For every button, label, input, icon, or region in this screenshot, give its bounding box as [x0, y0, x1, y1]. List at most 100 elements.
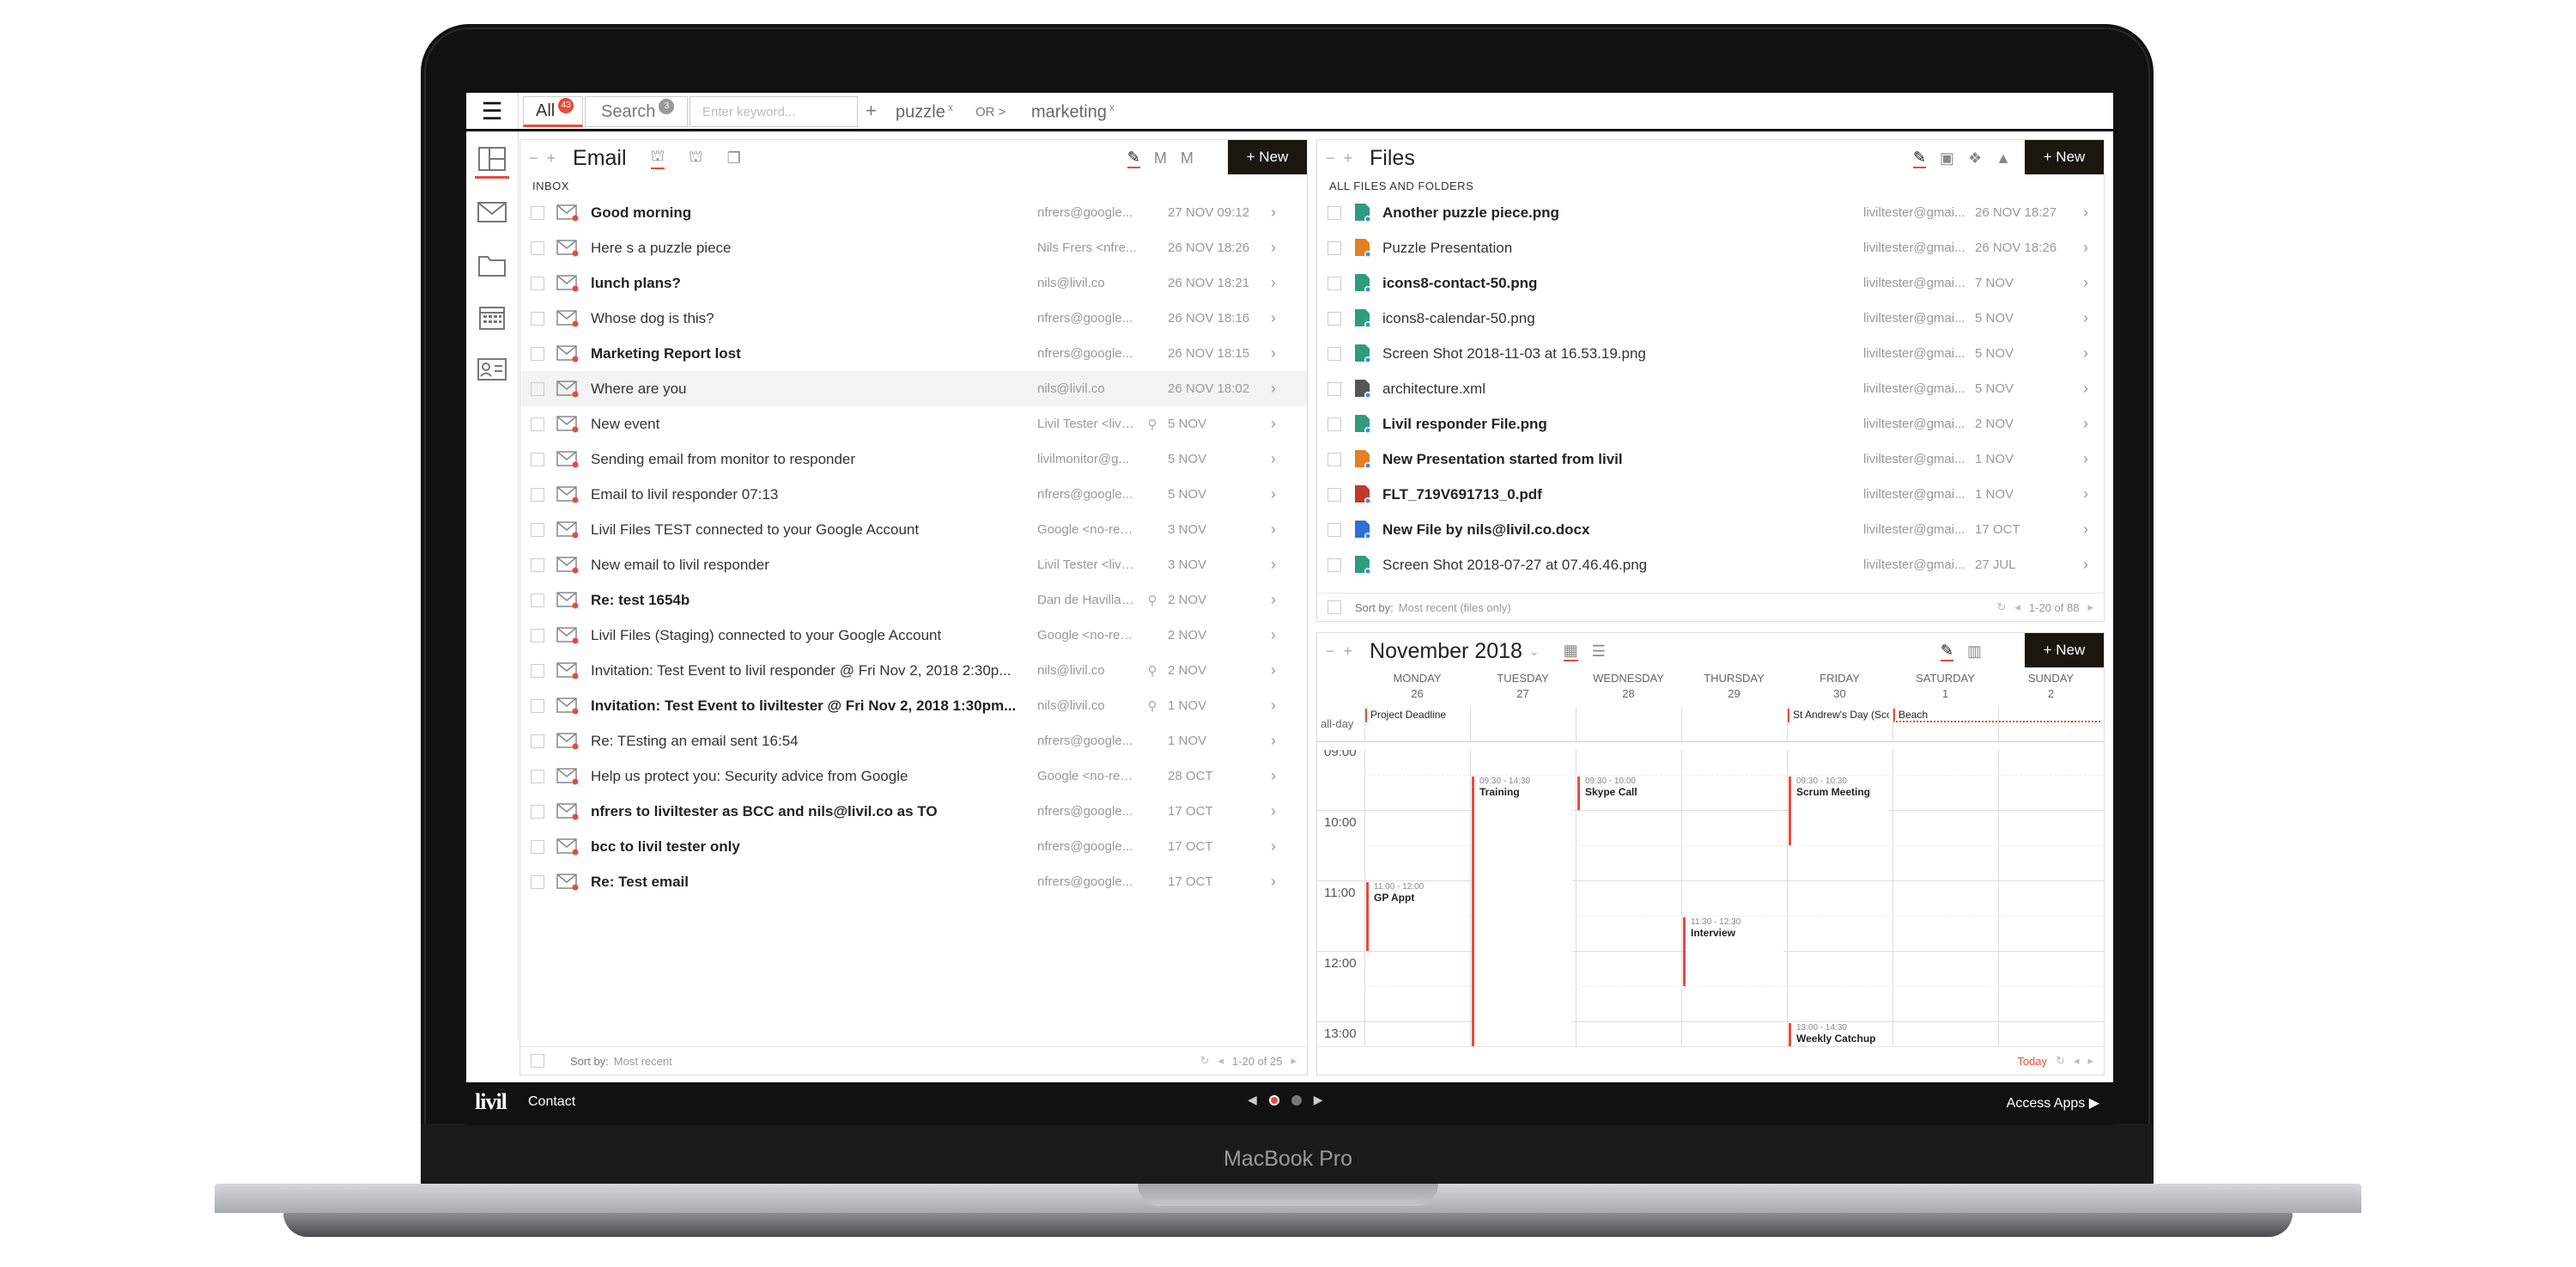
tag-remove-icon[interactable]: x [948, 101, 953, 113]
row-checkbox[interactable] [1327, 487, 1341, 502]
day-header[interactable]: TUESDAY 27 [1470, 671, 1576, 702]
expand-button[interactable]: + [547, 149, 556, 168]
day-header[interactable]: WEDNESDAY 28 [1576, 671, 1681, 702]
email-row[interactable]: lunch plans? nils@livil.co 26 NOV 18:21 › [520, 265, 1307, 301]
edit-icon[interactable]: ✎ [1127, 149, 1140, 168]
next-week-icon[interactable]: ▸ [2087, 1054, 2093, 1068]
file-row[interactable]: New Presentation started from livil livil… [1317, 442, 2104, 477]
chevron-right-icon[interactable]: › [1271, 344, 1288, 362]
tag-remove-icon[interactable]: x [1109, 101, 1115, 113]
collapse-button[interactable]: − [1326, 643, 1335, 661]
chevron-right-icon[interactable]: › [1271, 873, 1288, 891]
archive-icon[interactable]: ⛫ [689, 148, 703, 168]
livil-logo[interactable]: livil [475, 1089, 507, 1115]
chevron-right-icon[interactable]: › [1271, 204, 1288, 222]
row-checkbox[interactable] [531, 557, 544, 572]
dashboard-icon[interactable] [475, 142, 509, 179]
prev-week-icon[interactable]: ◂ [2074, 1054, 2080, 1068]
email-row[interactable]: New email to livil responder Livil Tester… [520, 547, 1307, 582]
file-row[interactable]: Puzzle Presentation liviltester@gmai... 26… [1317, 230, 2104, 265]
row-checkbox[interactable] [531, 769, 544, 783]
prev-screen-icon[interactable]: ◀ [1248, 1093, 1257, 1107]
row-checkbox[interactable] [1327, 381, 1341, 396]
row-checkbox[interactable] [1327, 452, 1341, 466]
chevron-right-icon[interactable]: › [1271, 838, 1288, 856]
chevron-right-icon[interactable]: › [1271, 415, 1288, 433]
email-row[interactable]: nfrers to liviltester as BCC and nils@li… [520, 794, 1307, 829]
row-checkbox[interactable] [531, 311, 544, 326]
day-header[interactable]: FRIDAY 30 [1787, 671, 1893, 702]
row-checkbox[interactable] [531, 205, 544, 220]
keyword-input[interactable] [690, 96, 858, 127]
file-row[interactable]: Livil responder File.png liviltester@gmai… [1317, 406, 2104, 442]
hamburger-icon[interactable]: ☰ [466, 93, 519, 129]
file-row[interactable]: Another puzzle piece.png liviltester@gmai… [1317, 195, 2104, 230]
contact-link[interactable]: Contact [528, 1094, 575, 1110]
row-checkbox[interactable] [531, 593, 544, 607]
chevron-right-icon[interactable]: › [1271, 626, 1288, 644]
email-row[interactable]: Livil Files TEST connected to your Googl… [520, 512, 1307, 547]
row-checkbox[interactable] [531, 452, 544, 466]
row-checkbox[interactable] [531, 628, 544, 643]
refresh-icon[interactable]: ↻ [2056, 1054, 2065, 1068]
collapse-button[interactable]: − [1326, 149, 1335, 168]
chevron-right-icon[interactable]: › [1271, 767, 1288, 785]
new-email-button[interactable]: + New [1228, 140, 1307, 174]
refresh-icon[interactable]: ↻ [1200, 1054, 1209, 1068]
refresh-icon[interactable]: ↻ [1996, 600, 2006, 614]
row-checkbox[interactable] [1327, 205, 1341, 220]
calendar-event[interactable]: 09:30 - 14:30 Training [1472, 777, 1572, 1047]
chevron-right-icon[interactable]: › [1271, 450, 1288, 468]
email-row[interactable]: New event Livil Tester <livil... ⚲ 5 NOV › [520, 406, 1307, 442]
calendar-title[interactable]: November 2018 [1370, 639, 1522, 664]
row-checkbox[interactable] [531, 522, 544, 537]
row-checkbox[interactable] [1327, 311, 1341, 326]
row-checkbox[interactable] [531, 417, 544, 431]
file-row[interactable]: icons8-calendar-50.png liviltester@gmai..… [1317, 301, 2104, 336]
next-screen-icon[interactable]: ▶ [1314, 1093, 1323, 1107]
chevron-right-icon[interactable]: › [1271, 732, 1288, 750]
tag-operator[interactable]: OR > [975, 105, 1005, 119]
tag-puzzle[interactable]: puzzle x [896, 101, 953, 123]
chevron-right-icon[interactable]: › [2083, 309, 2100, 327]
chevron-right-icon[interactable]: › [2083, 204, 2100, 222]
chevron-down-icon[interactable]: ⌄ [1529, 644, 1540, 659]
file-row[interactable]: FLT_719V691713_0.pdf liviltester@gmai... 1… [1317, 477, 2104, 512]
contacts-icon[interactable] [475, 351, 509, 386]
row-checkbox[interactable] [531, 839, 544, 854]
chevron-right-icon[interactable]: › [1271, 556, 1288, 574]
calendar-source-icon[interactable]: ▥ [1967, 643, 1982, 661]
chevron-right-icon[interactable]: › [2083, 485, 2100, 503]
copy-icon[interactable]: ❐ [727, 149, 741, 168]
email-row[interactable]: Re: TEsting an email sent 16:54 nfrers@go… [520, 723, 1307, 758]
email-row[interactable]: Here s a puzzle piece Nils Frers <nfre...… [520, 230, 1307, 265]
box-icon[interactable]: ▣ [1940, 149, 1954, 168]
row-checkbox[interactable] [531, 487, 544, 502]
email-row[interactable]: Email to livil responder 07:13 nfrers@goo… [520, 477, 1307, 512]
email-row[interactable]: Livil Files (Staging) connected to your … [520, 618, 1307, 653]
sort-value[interactable]: Most recent [614, 1055, 672, 1068]
calendar-event[interactable]: 11:00 - 12:00 GP Appt [1366, 882, 1467, 951]
today-button[interactable]: Today [2017, 1055, 2047, 1068]
new-event-button[interactable]: + New [2025, 633, 2104, 667]
chevron-right-icon[interactable]: › [2083, 344, 2100, 362]
day-header[interactable]: THURSDAY 29 [1681, 671, 1787, 702]
next-page-icon[interactable]: ▸ [1291, 1054, 1297, 1068]
email-row[interactable]: Where are you nils@livil.co 26 NOV 18:02 › [520, 371, 1307, 406]
day-header[interactable]: MONDAY 26 [1364, 671, 1470, 702]
email-row[interactable]: Re: test 1654b Dan de Havillan... ⚲ 2 NOV › [520, 582, 1307, 618]
day-header[interactable]: SUNDAY 2 [1998, 671, 2104, 702]
chevron-right-icon[interactable]: › [1271, 802, 1288, 820]
drive-icon[interactable]: ▲ [1996, 149, 2011, 168]
file-row[interactable]: Screen Shot 2018-11-03 at 16.53.19.png li… [1317, 336, 2104, 371]
row-checkbox[interactable] [531, 346, 544, 361]
next-page-icon[interactable]: ▸ [2087, 600, 2093, 614]
chevron-right-icon[interactable]: › [1271, 697, 1288, 715]
chevron-right-icon[interactable]: › [1271, 274, 1288, 292]
all-day-event[interactable]: Beach [1893, 709, 2100, 722]
sort-value[interactable]: Most recent (files only) [1399, 601, 1511, 614]
row-checkbox[interactable] [1327, 276, 1341, 290]
page-dot-active[interactable] [1268, 1094, 1279, 1106]
calendar-event[interactable]: 11:30 - 12:30 Interview [1683, 917, 1783, 986]
access-apps-link[interactable]: Access Apps ▶ [2007, 1094, 2099, 1112]
